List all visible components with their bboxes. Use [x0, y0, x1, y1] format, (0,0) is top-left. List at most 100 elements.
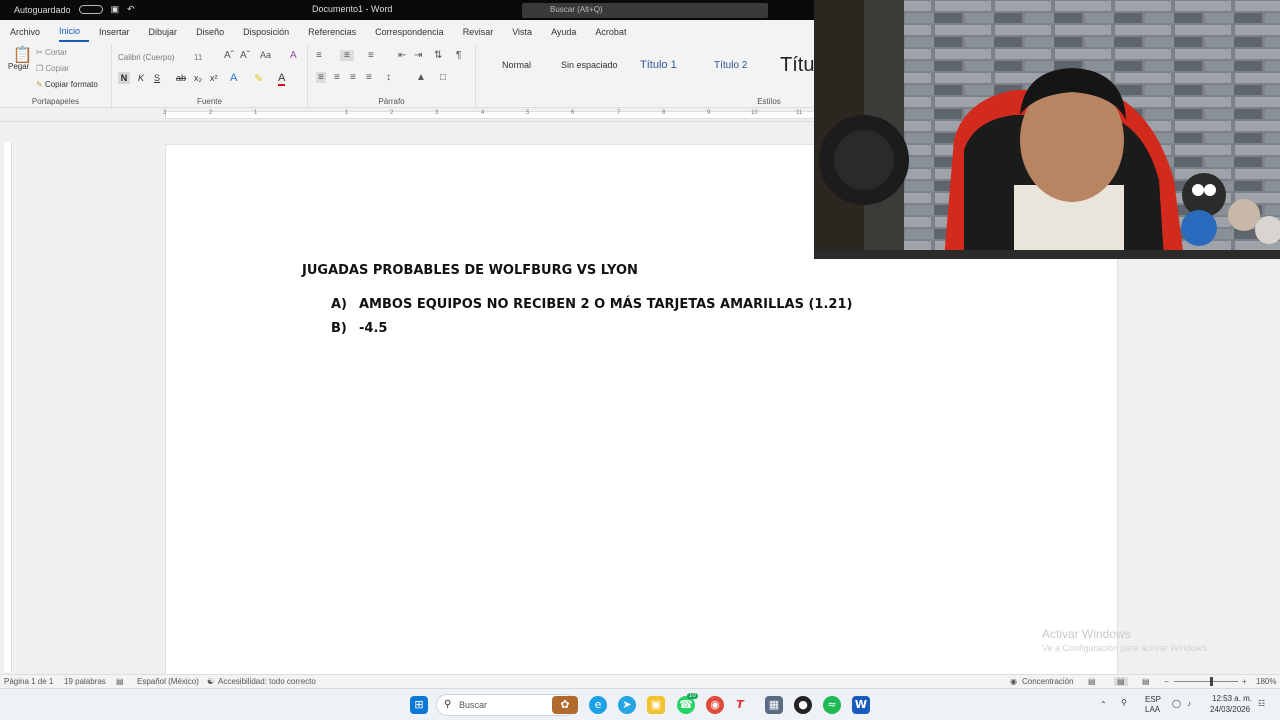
telegram-icon[interactable]: ➤	[618, 696, 636, 714]
cut-button[interactable]: ✂ Cortar	[36, 48, 67, 57]
shrink-font-icon[interactable]: Aˇ	[240, 50, 250, 61]
notifications-icon[interactable]: ☷	[1258, 699, 1265, 708]
ruler-number: 2	[209, 110, 213, 116]
list-marker: A)	[331, 297, 348, 312]
tab-correspondencia[interactable]: Correspondencia	[375, 23, 453, 41]
format-painter-button[interactable]: ✎ Copiar formato	[36, 80, 98, 89]
zoom-slider-thumb[interactable]	[1210, 677, 1213, 686]
tab-insertar[interactable]: Insertar	[99, 23, 139, 41]
tab-archivo[interactable]: Archivo	[10, 23, 49, 41]
word-icon[interactable]: W	[852, 696, 870, 714]
font-size-select[interactable]: 11	[194, 53, 214, 62]
numbering-icon[interactable]: ≡	[340, 50, 354, 61]
align-center-icon[interactable]: ≡	[334, 72, 340, 83]
clock-time[interactable]: 12:53 a. m.	[1212, 694, 1252, 703]
language-indicator-top[interactable]: ESP	[1145, 695, 1161, 704]
style-normal[interactable]: Normal	[502, 60, 531, 70]
widgets-icon[interactable]: ✿	[552, 696, 578, 714]
undo-icon[interactable]: ↶	[127, 4, 135, 15]
tab-revisar[interactable]: Revisar	[463, 23, 503, 41]
network-icon[interactable]: ◯	[1172, 699, 1181, 708]
style-title[interactable]: Títu	[780, 54, 814, 77]
tab-dibujar[interactable]: Dibujar	[149, 23, 187, 41]
font-group: Calibri (Cuerpo) 11 Aˆ Aˇ Aa A N K S ab …	[112, 44, 308, 108]
strikethrough-icon[interactable]: ab	[176, 73, 186, 83]
paragraph-group: ≡ ≡ ≡ ⇤ ⇥ ⇅ ¶ ≡ ≡ ≡ ≡ ↕ ▲ □ Párrafo	[308, 44, 476, 108]
save-icon[interactable]: ▣	[111, 4, 120, 15]
decrease-indent-icon[interactable]: ⇤	[398, 50, 406, 61]
sort-icon[interactable]: ⇅	[434, 50, 442, 61]
copy-button[interactable]: ❐ Copiar	[36, 64, 69, 73]
search-box[interactable]: Buscar (Alt+Q)	[522, 3, 768, 18]
focus-button[interactable]: Concentración	[1022, 677, 1074, 686]
bullets-icon[interactable]: ≡	[316, 50, 322, 61]
print-layout-icon[interactable]: ▤	[1114, 677, 1128, 686]
clear-format-icon[interactable]: A	[290, 50, 297, 61]
accessibility-status[interactable]: Accesibilidad: todo correcto	[218, 677, 316, 686]
tab-referencias[interactable]: Referencias	[308, 23, 365, 41]
underline-icon[interactable]: S	[154, 73, 160, 83]
autosave-toggle[interactable]	[78, 5, 103, 14]
vertical-ruler[interactable]	[4, 142, 12, 672]
zoom-slider[interactable]	[1174, 681, 1238, 682]
pilcrow-icon[interactable]: ¶	[456, 50, 461, 61]
microphone-icon[interactable]: ⚲	[1121, 698, 1127, 707]
increase-indent-icon[interactable]: ⇥	[414, 50, 422, 61]
volume-icon[interactable]: ♪	[1187, 699, 1191, 708]
page-count[interactable]: Página 1 de 1	[4, 677, 53, 686]
borders-icon[interactable]: □	[440, 72, 446, 83]
align-left-icon[interactable]: ≡	[316, 72, 326, 83]
tab-acrobat[interactable]: Acrobat	[595, 23, 635, 41]
ruler-number: 6	[571, 110, 575, 116]
language-status[interactable]: Español (México)	[137, 677, 199, 686]
change-case-icon[interactable]: Aa	[260, 50, 271, 60]
superscript-icon[interactable]: x²	[210, 73, 218, 83]
subscript-icon[interactable]: x₂	[194, 73, 202, 83]
webcam-image	[814, 0, 1280, 259]
align-right-icon[interactable]: ≡	[350, 72, 356, 83]
tab-vista[interactable]: Vista	[512, 23, 541, 41]
spotify-icon[interactable]: ≈	[823, 696, 841, 714]
file-explorer-icon[interactable]: ▣	[647, 696, 665, 714]
italic-icon[interactable]: K	[138, 73, 144, 83]
ruler-number: 7	[617, 110, 621, 116]
web-layout-icon[interactable]: ▤	[1142, 677, 1150, 686]
line-spacing-icon[interactable]: ↕	[386, 72, 391, 83]
style-heading-1[interactable]: Título 1	[640, 59, 677, 71]
zoom-out-icon[interactable]: −	[1164, 677, 1169, 686]
quick-access: Autoguardado ▣ ↶	[14, 4, 135, 15]
word-count[interactable]: 19 palabras	[64, 677, 106, 686]
bold-icon[interactable]: N	[118, 72, 130, 84]
ruler-number: 11	[796, 110, 803, 116]
tab-inicio[interactable]: Inicio	[59, 22, 90, 42]
chrome-icon[interactable]: ◉	[706, 696, 724, 714]
multilevel-list-icon[interactable]: ≡	[368, 50, 374, 61]
zoom-in-icon[interactable]: +	[1242, 677, 1247, 686]
read-mode-icon[interactable]: ▤	[1088, 677, 1096, 686]
grow-font-icon[interactable]: Aˆ	[224, 50, 234, 61]
highlight-icon[interactable]: ✎	[254, 72, 263, 85]
font-color-icon[interactable]: A	[278, 72, 286, 86]
paragraph-group-label: Párrafo	[378, 97, 405, 106]
language-indicator-bottom[interactable]: LAA	[1145, 705, 1160, 714]
paste-button[interactable]: 📋 Pegar	[8, 48, 33, 72]
tab-ayuda[interactable]: Ayuda	[551, 23, 585, 41]
calculator-icon[interactable]: ▦	[765, 696, 783, 714]
windows-start-icon[interactable]: ⊞	[410, 696, 428, 714]
style-no-spacing[interactable]: Sin espaciado	[561, 60, 618, 70]
clock-date[interactable]: 24/03/2026	[1210, 705, 1250, 714]
ruler-number: 3	[163, 110, 167, 116]
text-effects-icon[interactable]: A	[230, 72, 237, 84]
style-heading-2[interactable]: Título 2	[714, 60, 747, 71]
typora-icon[interactable]: T	[731, 696, 749, 714]
tab-disposicion[interactable]: Disposición	[243, 23, 298, 41]
tab-diseno[interactable]: Diseño	[196, 23, 233, 41]
font-name-select[interactable]: Calibri (Cuerpo)	[118, 53, 190, 65]
zoom-level[interactable]: 180%	[1256, 677, 1276, 686]
edge-icon[interactable]: e	[589, 696, 607, 714]
shading-icon[interactable]: ▲	[416, 72, 426, 83]
obs-icon[interactable]: ●	[794, 696, 812, 714]
proofing-icon[interactable]: ▤	[116, 677, 124, 686]
tray-chevron-icon[interactable]: ⌃	[1100, 700, 1107, 709]
justify-icon[interactable]: ≡	[366, 72, 372, 83]
